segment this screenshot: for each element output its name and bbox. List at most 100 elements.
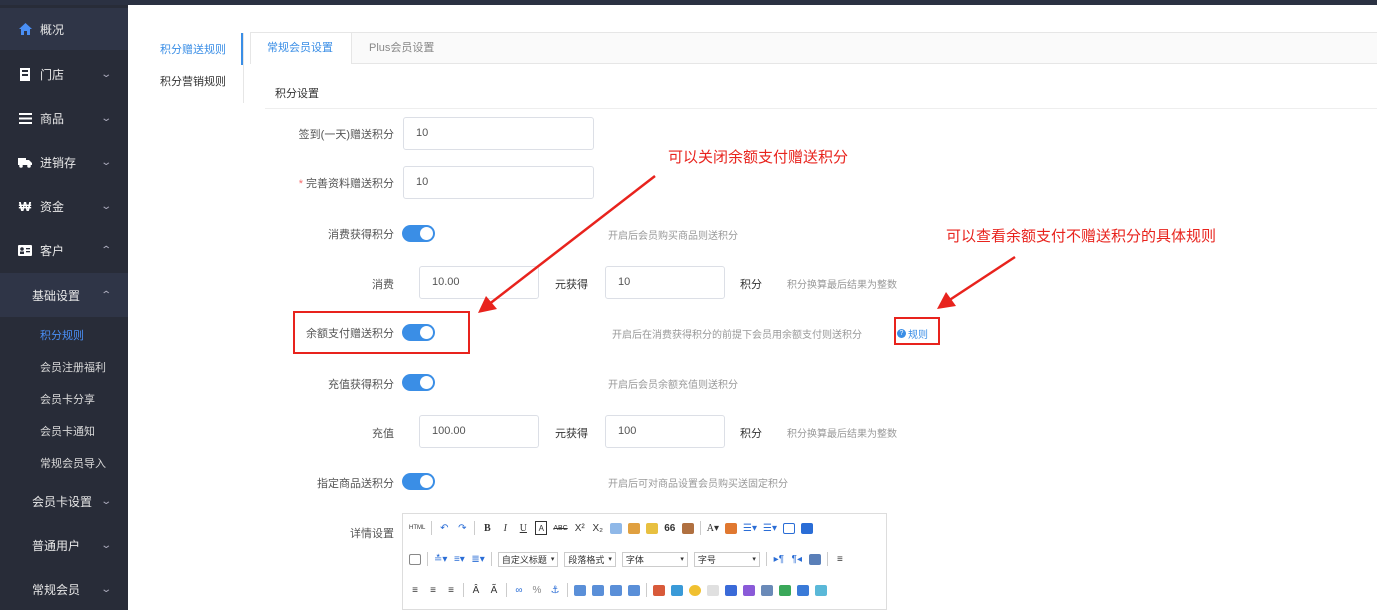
template-icon[interactable] bbox=[797, 584, 809, 596]
profile-points-input[interactable]: 10 bbox=[403, 166, 594, 199]
preview-icon[interactable] bbox=[800, 522, 813, 534]
subscript-button[interactable]: X₂ bbox=[592, 521, 604, 535]
image-center-icon[interactable] bbox=[628, 584, 640, 596]
bold-button[interactable]: B bbox=[481, 521, 493, 535]
sidebar-item-goods[interactable]: 商品 ⌄ bbox=[0, 97, 128, 139]
image-none-icon[interactable] bbox=[592, 584, 604, 596]
undo-icon[interactable]: ↶ bbox=[438, 521, 450, 535]
background-icon[interactable] bbox=[815, 584, 827, 596]
rtl-icon[interactable]: ¶◂ bbox=[791, 552, 803, 566]
image-left-icon[interactable] bbox=[574, 584, 586, 596]
chevron-down-icon: ▾ bbox=[680, 556, 684, 563]
music-icon[interactable] bbox=[743, 584, 755, 596]
sidebar-item-card-settings[interactable]: 会员卡设置 ⌄ bbox=[0, 480, 128, 522]
unordered-list-icon[interactable]: ☰▾ bbox=[763, 521, 777, 535]
subnav-item-points-marketing[interactable]: 积分营销规则 bbox=[160, 73, 226, 89]
font-color-icon[interactable]: A▾ bbox=[707, 521, 719, 535]
sidebar-item-funds[interactable]: ₩ 资金 ⌄ bbox=[0, 185, 128, 227]
justify-icon[interactable]: ≡ bbox=[834, 552, 846, 566]
select-all-icon[interactable] bbox=[782, 522, 795, 534]
magic-wand-icon[interactable] bbox=[645, 522, 658, 534]
scrawl-icon[interactable] bbox=[707, 584, 719, 596]
subnav-item-points-gift[interactable]: 积分赠送规则 bbox=[160, 41, 226, 57]
attachment-icon[interactable] bbox=[761, 584, 773, 596]
divider bbox=[765, 552, 767, 566]
sidebar-item-home[interactable]: 概况 bbox=[0, 8, 128, 50]
link-icon[interactable]: ∞ bbox=[513, 583, 525, 597]
divider bbox=[265, 108, 1377, 109]
insert-image-icon[interactable] bbox=[653, 584, 665, 596]
blockquote-button[interactable]: 66 bbox=[664, 521, 676, 535]
tab-plus-member[interactable]: Plus会员设置 bbox=[353, 33, 450, 64]
store-icon bbox=[18, 67, 32, 81]
sidebar-item-points-rules[interactable]: 积分规则 bbox=[0, 320, 128, 350]
recharge-points-toggle[interactable] bbox=[402, 374, 435, 391]
ltr-icon[interactable]: ▸¶ bbox=[773, 552, 785, 566]
align-right-icon[interactable]: ≡ bbox=[445, 583, 457, 597]
divider bbox=[646, 583, 647, 597]
sidebar-item-card-notify[interactable]: 会员卡通知 bbox=[0, 416, 128, 446]
underline-button[interactable]: U bbox=[517, 521, 529, 535]
sidebar-item-label: 会员卡设置 bbox=[32, 494, 93, 509]
sidebar-item-inventory[interactable]: 进销存 ⌄ bbox=[0, 141, 128, 183]
sidebar-item-label: 商品 bbox=[40, 111, 65, 126]
page-icon[interactable] bbox=[409, 553, 421, 565]
image-right-icon[interactable] bbox=[610, 584, 622, 596]
paragraph-format-select[interactable]: 段落格式 ▾ bbox=[564, 551, 616, 567]
italic-button[interactable]: I bbox=[499, 521, 511, 535]
sidebar-item-basic-settings[interactable]: 基础设置 ⌃ bbox=[0, 273, 128, 317]
map-icon[interactable] bbox=[779, 584, 791, 596]
balance-points-hint: 开启后在消费获得积分的前提下会员用余额支付则送积分 bbox=[612, 330, 862, 341]
product-points-toggle[interactable] bbox=[402, 473, 435, 490]
row-spacing-icon[interactable]: ≣▾ bbox=[471, 552, 484, 566]
recharge-amount-input[interactable]: 100.00 bbox=[419, 415, 539, 448]
video-icon[interactable] bbox=[725, 584, 737, 596]
sidebar-item-customer[interactable]: 客户 ⌃ bbox=[0, 229, 128, 271]
custom-title-select[interactable]: 自定义标题 ▾ bbox=[497, 551, 559, 567]
align-center-icon[interactable]: ≡ bbox=[427, 583, 439, 597]
consume-points-toggle[interactable] bbox=[402, 225, 435, 242]
font-size-select[interactable]: 字号 ▾ bbox=[693, 551, 760, 567]
sidebar-item-register-benefits[interactable]: 会员注册福利 bbox=[0, 352, 128, 382]
redo-icon[interactable]: ↷ bbox=[456, 521, 468, 535]
divider bbox=[431, 521, 433, 535]
consume-label: 消费 bbox=[372, 279, 394, 291]
highlight-icon[interactable] bbox=[725, 522, 737, 534]
emotion-icon[interactable] bbox=[689, 584, 701, 596]
unlink-icon[interactable]: % bbox=[531, 583, 543, 597]
font-border-button[interactable]: A bbox=[535, 521, 548, 535]
sidebar-item-regular-members[interactable]: 常规会员 ⌄ bbox=[0, 568, 128, 610]
consume-amount-input[interactable]: 10.00 bbox=[419, 266, 539, 299]
divider bbox=[826, 552, 828, 566]
anchor-icon[interactable]: ⚓ bbox=[549, 583, 561, 597]
paste-icon[interactable] bbox=[681, 522, 694, 534]
signin-points-input[interactable]: 10 bbox=[403, 117, 594, 150]
html-source-button[interactable]: HTML bbox=[409, 521, 425, 535]
ordered-list-icon[interactable]: ☰▾ bbox=[743, 521, 757, 535]
sidebar: 概况 门店 ⌄ 商品 ⌄ 进销存 ⌄ ₩ 资金 ⌄ 客户 ⌃ 基础设置 ⌃ 积分… bbox=[0, 5, 128, 610]
multi-image-icon[interactable] bbox=[671, 584, 683, 596]
strikethrough-button[interactable]: ABC bbox=[553, 521, 567, 535]
font-family-select[interactable]: 字体 ▾ bbox=[621, 551, 688, 567]
para-spacing-icon[interactable]: ≡▾ bbox=[453, 552, 465, 566]
tab-regular-member[interactable]: 常规会员设置 bbox=[251, 33, 352, 64]
sidebar-item-card-share[interactable]: 会员卡分享 bbox=[0, 384, 128, 414]
sidebar-item-label: 会员注册福利 bbox=[40, 362, 106, 374]
superscript-button[interactable]: X² bbox=[574, 521, 586, 535]
annotation-arrowhead bbox=[937, 292, 956, 309]
sidebar-item-normal-users[interactable]: 普通用户 ⌄ bbox=[0, 524, 128, 566]
brush-icon[interactable] bbox=[627, 522, 640, 534]
rich-text-editor[interactable]: HTML ↶ ↷ B I U A ABC X² X₂ 66 A▾ ☰▾ ☰▾ ≛… bbox=[402, 513, 887, 610]
sidebar-item-label: 基础设置 bbox=[32, 288, 81, 303]
line-height-icon[interactable]: ≛▾ bbox=[434, 552, 447, 566]
indent-icon[interactable] bbox=[808, 553, 821, 565]
consume-points-input[interactable]: 10 bbox=[605, 266, 725, 299]
sidebar-item-label: 客户 bbox=[40, 243, 65, 258]
lowercase-icon[interactable]: Ã bbox=[488, 583, 500, 597]
eraser-icon[interactable] bbox=[609, 522, 622, 534]
recharge-points-input[interactable]: 100 bbox=[605, 415, 725, 448]
sidebar-item-member-import[interactable]: 常规会员导入 bbox=[0, 448, 128, 478]
uppercase-icon[interactable]: Â bbox=[470, 583, 482, 597]
sidebar-item-store[interactable]: 门店 ⌄ bbox=[0, 53, 128, 95]
align-left-icon[interactable]: ≡ bbox=[409, 583, 421, 597]
